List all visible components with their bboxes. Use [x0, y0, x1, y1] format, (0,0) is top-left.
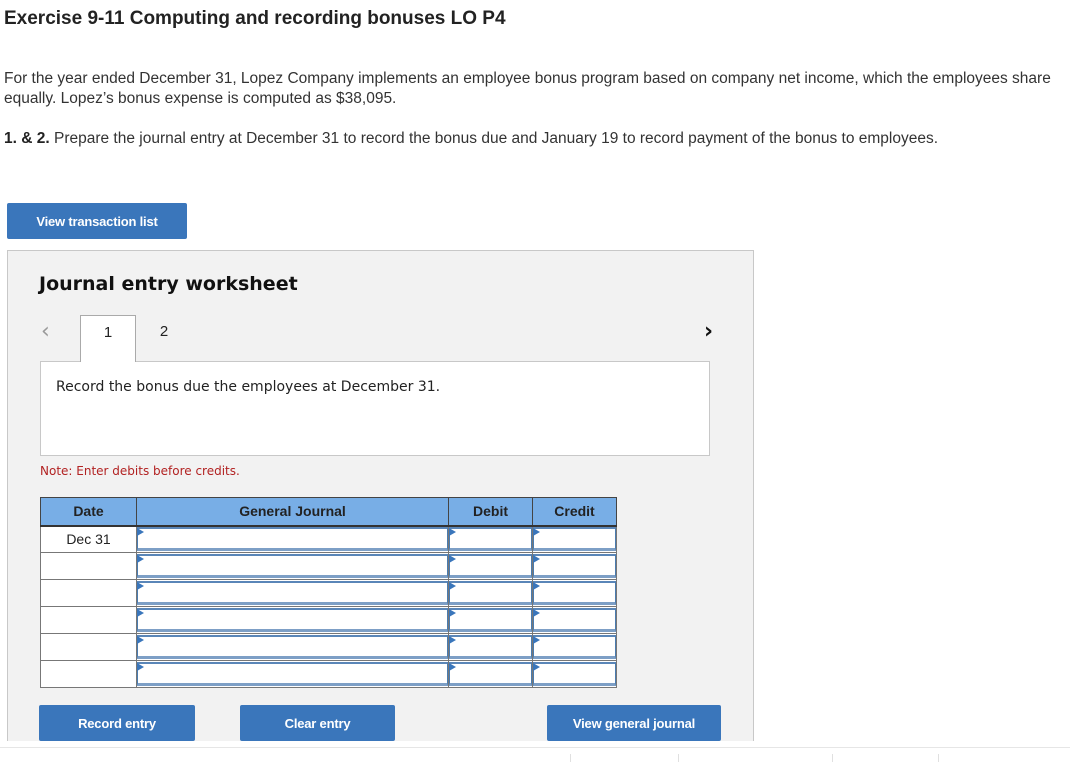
debit-input[interactable]	[449, 608, 532, 632]
account-dropdown[interactable]	[137, 581, 448, 605]
table-row: Dec 31	[40, 525, 617, 553]
view-transaction-list-button[interactable]: View transaction list	[7, 203, 187, 239]
chevron-left-icon[interactable]: ‹	[41, 319, 50, 344]
credit-input[interactable]	[533, 554, 616, 578]
credit-input[interactable]	[533, 527, 616, 552]
table-row	[40, 606, 617, 634]
credit-input[interactable]	[533, 635, 616, 659]
date-cell	[40, 633, 137, 661]
journal-table: Date General Journal Debit Credit Dec 31	[40, 497, 617, 688]
task-instructions: 1. & 2. Prepare the journal entry at Dec…	[4, 129, 1066, 149]
task-text: Prepare the journal entry at December 31…	[49, 130, 939, 147]
table-row	[40, 552, 617, 580]
debit-input[interactable]	[449, 662, 532, 686]
note-text: Note: Enter debits before credits.	[40, 464, 240, 478]
bottom-bar	[0, 747, 1070, 762]
instruction-text: Record the bonus due the employees at De…	[56, 379, 441, 395]
date-cell	[40, 552, 137, 580]
tab-2[interactable]: 2	[136, 315, 192, 361]
header-general-journal: General Journal	[136, 497, 449, 527]
task-label: 1. & 2.	[4, 130, 50, 147]
debit-input[interactable]	[449, 527, 532, 552]
journal-header-row: Date General Journal Debit Credit	[40, 497, 617, 527]
table-row	[40, 579, 617, 607]
table-row	[40, 633, 617, 661]
account-dropdown[interactable]	[137, 608, 448, 632]
account-dropdown[interactable]	[137, 635, 448, 659]
table-row	[40, 660, 617, 688]
header-credit: Credit	[532, 497, 617, 527]
account-dropdown[interactable]	[137, 662, 448, 686]
exercise-title: Exercise 9-11 Computing and recording bo…	[4, 8, 506, 29]
journal-entry-worksheet: Journal entry worksheet ‹ 1 2 › Record t…	[7, 250, 754, 741]
view-general-journal-button[interactable]: View general journal	[547, 705, 721, 741]
problem-intro: For the year ended December 31, Lopez Co…	[4, 70, 1051, 107]
debit-input[interactable]	[449, 581, 532, 605]
worksheet-title: Journal entry worksheet	[39, 273, 298, 295]
date-cell	[40, 579, 137, 607]
record-entry-button[interactable]: Record entry	[39, 705, 195, 741]
header-date: Date	[40, 497, 137, 527]
header-debit: Debit	[448, 497, 533, 527]
clear-entry-button[interactable]: Clear entry	[240, 705, 395, 741]
date-cell: Dec 31	[40, 525, 137, 553]
credit-input[interactable]	[533, 608, 616, 632]
debit-input[interactable]	[449, 554, 532, 578]
date-cell	[40, 660, 137, 688]
credit-input[interactable]	[533, 581, 616, 605]
instruction-box: Record the bonus due the employees at De…	[40, 361, 710, 456]
tab-1[interactable]: 1	[80, 315, 136, 362]
debit-input[interactable]	[449, 635, 532, 659]
date-cell	[40, 606, 137, 634]
credit-input[interactable]	[533, 662, 616, 686]
chevron-right-icon[interactable]: ›	[704, 319, 713, 344]
account-dropdown[interactable]	[137, 554, 448, 578]
account-dropdown[interactable]	[137, 527, 448, 552]
